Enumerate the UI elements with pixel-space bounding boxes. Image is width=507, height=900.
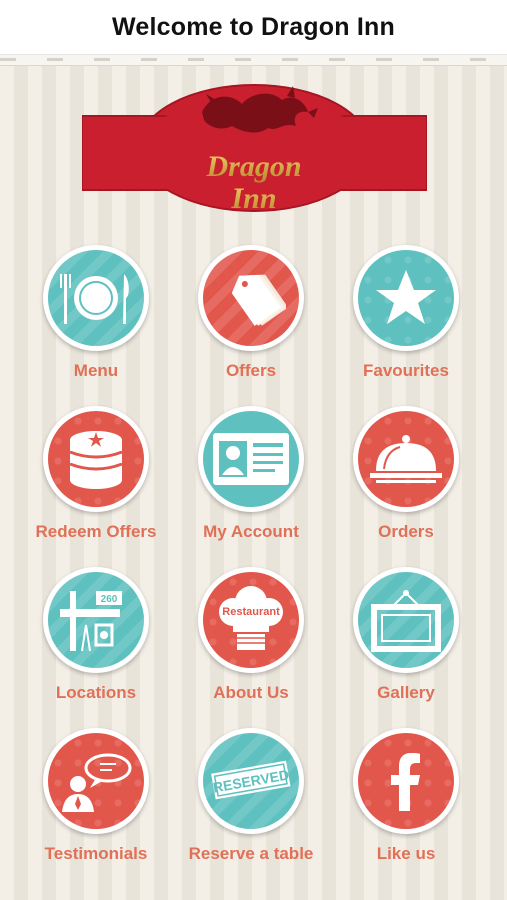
speech-person-icon (62, 753, 132, 812)
picture-frame-icon (371, 590, 441, 652)
tile-label: Reserve a table (188, 844, 314, 863)
tile-about-us[interactable]: Restaurant About Us (176, 567, 326, 717)
cloche-icon (370, 435, 442, 483)
star-icon (376, 270, 436, 324)
tile-label: Favourites (363, 361, 449, 380)
chef-hat-text: Restaurant (222, 606, 280, 618)
tile-label: Testimonials (44, 844, 148, 863)
price-tags-icon (231, 274, 286, 326)
tile-reserve-a-table[interactable]: RESERVED Reserve a table (176, 728, 326, 878)
tile-gallery[interactable]: Gallery (331, 567, 481, 717)
chef-hat-icon: Restaurant (219, 586, 283, 650)
tile-favourites[interactable]: Favourites (331, 245, 481, 395)
tile-my-account[interactable]: My Account (176, 406, 326, 556)
tile-testimonials[interactable]: Testimonials (21, 728, 171, 878)
tile-label: Gallery (377, 683, 435, 702)
facebook-icon (391, 753, 420, 811)
street-sign-icon: 260 (60, 591, 122, 652)
plate-cutlery-icon (60, 274, 129, 324)
tile-label: Offers (225, 361, 277, 380)
tile-menu[interactable]: Menu (21, 245, 171, 395)
logo-word-1: Dragon (205, 150, 301, 183)
tile-label: Orders (378, 522, 434, 541)
coin-stack-icon (69, 431, 123, 489)
tile-like-us[interactable]: Like us (331, 728, 481, 878)
dragon-inn-logo: Dragon Inn (82, 84, 427, 215)
logo-word-2: Inn (230, 182, 276, 215)
tile-label: My Account (203, 522, 299, 541)
sign-number: 260 (101, 594, 118, 605)
tile-offers[interactable]: Offers (176, 245, 326, 395)
tile-label: Like us (376, 844, 436, 863)
tile-label: About Us (213, 683, 289, 702)
tile-redeem-offers[interactable]: Redeem Offers (21, 406, 171, 556)
id-card-icon (213, 433, 289, 485)
tile-orders[interactable]: Orders (331, 406, 481, 556)
reserved-sign-icon: RESERVED (211, 760, 291, 800)
tile-locations[interactable]: 260 Locations (21, 567, 171, 717)
tile-label: Menu (73, 361, 119, 380)
tile-label: Redeem Offers (35, 522, 157, 541)
tile-label: Locations (55, 683, 137, 702)
